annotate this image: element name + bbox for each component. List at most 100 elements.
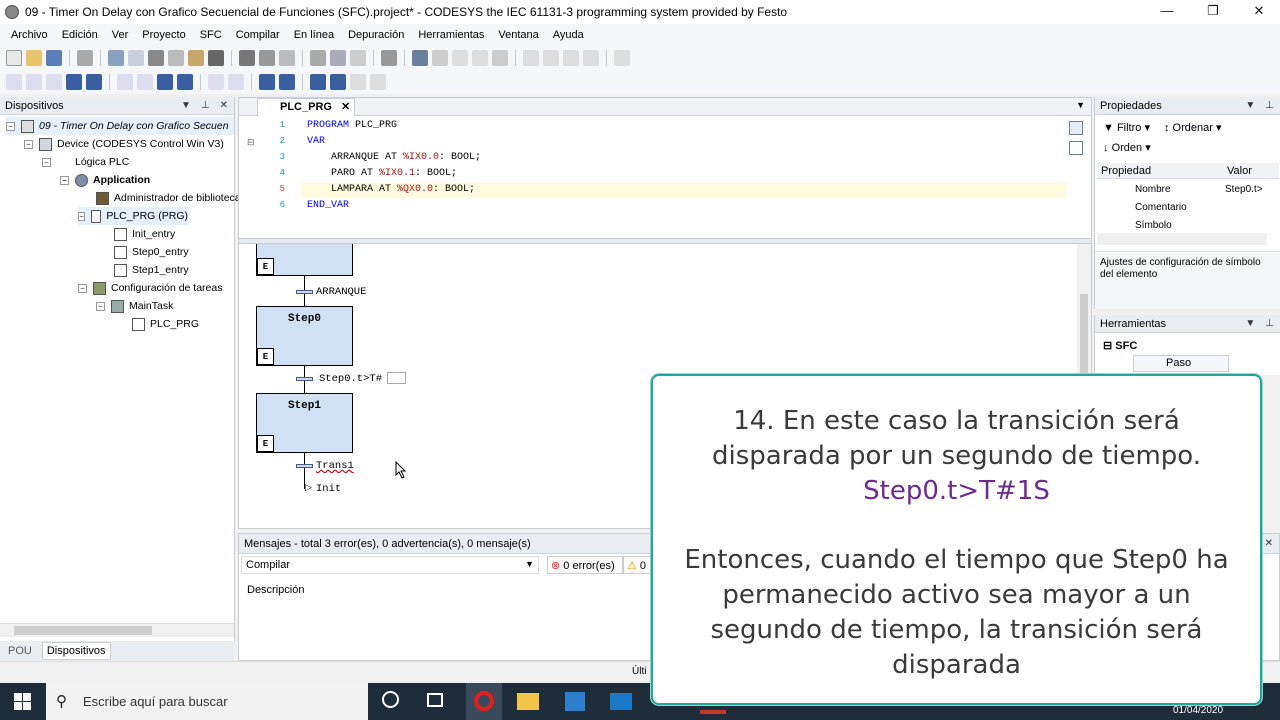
tree-device[interactable]: − Device (CODESYS Control Win V3) [24, 135, 224, 153]
windows-start-icon[interactable] [14, 693, 31, 710]
zoom-out-icon[interactable] [228, 74, 244, 90]
menu-herramientas[interactable]: Herramientas [411, 29, 491, 41]
sort-button[interactable]: ↕ Ordenar ▾ [1164, 121, 1222, 134]
login-icon[interactable] [412, 50, 428, 66]
tab-list-dropdown-icon[interactable]: ▼ [1076, 100, 1085, 110]
step-over-icon[interactable] [543, 50, 559, 66]
tab-dispositivos[interactable]: Dispositivos [41, 642, 111, 660]
save-icon[interactable] [46, 50, 62, 66]
parallel-branch-icon[interactable] [46, 74, 62, 90]
mail-icon[interactable] [610, 693, 632, 710]
tree-step1-entry[interactable]: Step1_entry [114, 261, 189, 279]
tree-plc-prg[interactable]: − PLC_PRG (PRG) [78, 207, 188, 225]
order-button[interactable]: ↓ Orden ▾ [1103, 141, 1151, 154]
grid-icon[interactable] [330, 50, 346, 66]
copy-icon[interactable] [168, 50, 184, 66]
select-all-icon[interactable] [310, 50, 326, 66]
menu-en-linea[interactable]: En línea [287, 29, 341, 41]
back-icon[interactable] [370, 74, 386, 90]
insert-step-after-icon[interactable] [26, 74, 42, 90]
close-panel-icon[interactable]: ✕ [220, 100, 228, 111]
init-step-icon[interactable] [259, 74, 275, 90]
write-values-icon[interactable] [614, 50, 630, 66]
tree-plc-logic[interactable]: − Lógica PLC [42, 153, 129, 171]
menu-sfc[interactable]: SFC [193, 29, 229, 41]
store-icon[interactable] [565, 692, 585, 711]
insert-action-icon[interactable] [117, 74, 133, 90]
collapse-icon[interactable]: − [24, 139, 33, 149]
step-into-icon[interactable] [563, 50, 579, 66]
task-view-icon[interactable] [427, 693, 443, 707]
pin-icon[interactable]: ⊥ [1265, 318, 1274, 329]
sfc-step-step1[interactable]: Step1 E [256, 393, 353, 453]
tree-task-plc-prg[interactable]: PLC_PRG [132, 315, 199, 333]
insert-step-icon[interactable] [6, 74, 22, 90]
prop-name-value[interactable]: Step0.t> [1225, 184, 1263, 195]
menu-ver[interactable]: Ver [105, 29, 136, 41]
collapse-icon[interactable]: − [6, 121, 15, 131]
export-icon[interactable] [350, 50, 366, 66]
property-scrollbar[interactable] [1097, 233, 1267, 245]
tree-application[interactable]: − Application [60, 171, 150, 189]
replace-icon[interactable] [279, 50, 295, 66]
insert-transition-icon[interactable] [137, 74, 153, 90]
pin-icon[interactable]: ⊥ [1265, 100, 1274, 111]
find-icon[interactable] [239, 50, 255, 66]
entry-action-icon[interactable] [279, 74, 295, 90]
tab-plc-prg[interactable]: PLC_PRG ✕ [257, 98, 356, 116]
tree-task-config[interactable]: − Configuración de tareas [78, 279, 223, 297]
tree-main-task[interactable]: − MainTask [96, 297, 173, 315]
opera-taskbar-button[interactable] [466, 683, 502, 720]
collapse-icon[interactable]: − [42, 157, 51, 167]
panel-dropdown-icon[interactable]: ▼ [181, 100, 191, 111]
close-button[interactable]: ✕ [1236, 0, 1280, 24]
message-source-select[interactable]: Compilar ▼ [241, 556, 539, 574]
paste-icon[interactable] [188, 50, 204, 66]
duplicate-icon[interactable] [330, 74, 346, 90]
start-icon[interactable] [452, 50, 468, 66]
tree-library-manager[interactable]: Administrador de biblioteca [96, 189, 241, 207]
open-folder-icon[interactable] [26, 50, 42, 66]
tree-init-entry[interactable]: Init_entry [114, 225, 175, 243]
sfc-transition[interactable] [296, 290, 313, 294]
sfc-step-step0[interactable]: Step0 E [256, 306, 353, 366]
print-icon[interactable] [77, 50, 93, 66]
logout-icon[interactable] [432, 50, 448, 66]
menu-archivo[interactable]: Archivo [4, 29, 55, 41]
find-next-icon[interactable] [259, 50, 275, 66]
delete-icon[interactable] [208, 50, 224, 66]
errors-filter-button[interactable]: ⊗ 0 error(es) [547, 556, 623, 574]
close-panel-icon[interactable]: ✕ [1265, 538, 1273, 549]
menu-depuracion[interactable]: Depuración [341, 29, 411, 41]
collapse-icon[interactable]: − [78, 283, 87, 293]
menu-ayuda[interactable]: Ayuda [546, 29, 591, 41]
textual-view-icon[interactable] [1069, 121, 1083, 135]
sfc-transition[interactable] [296, 464, 313, 468]
panel-dropdown-icon[interactable]: ▼ [1245, 318, 1255, 329]
menu-ventana[interactable]: Ventana [491, 29, 545, 41]
menu-proyecto[interactable]: Proyecto [135, 29, 192, 41]
insert-jump-icon[interactable] [157, 74, 173, 90]
panel-dropdown-icon[interactable]: ▼ [1245, 100, 1255, 111]
exit-action-icon[interactable] [310, 74, 326, 90]
declaration-editor[interactable]: 1 2 3 4 5 6 PROGRAM PLC_PRG VAR ARRANQUE… [239, 117, 1091, 238]
stop-icon[interactable] [472, 50, 488, 66]
build-icon[interactable] [381, 50, 397, 66]
filter-button[interactable]: ▼ Filtro ▾ [1103, 121, 1150, 134]
new-project-icon[interactable] [6, 50, 22, 66]
tabular-view-icon[interactable] [1069, 141, 1083, 155]
collapse-icon[interactable]: − [96, 301, 105, 311]
undo-icon[interactable] [108, 50, 124, 66]
collapse-icon[interactable]: − [60, 175, 69, 185]
pin-icon[interactable]: ⊥ [201, 100, 210, 111]
menu-compilar[interactable]: Compilar [229, 29, 287, 41]
zoom-in-icon[interactable] [208, 74, 224, 90]
collapse-icon[interactable]: − [78, 211, 86, 221]
close-tab-icon[interactable]: ✕ [341, 101, 350, 113]
horizontal-scrollbar[interactable] [0, 623, 234, 637]
redo-icon[interactable] [128, 50, 144, 66]
menu-edicion[interactable]: Edición [55, 29, 105, 41]
insert-branch-right-icon[interactable] [86, 74, 102, 90]
step-out-icon[interactable] [583, 50, 599, 66]
tools-group-sfc[interactable]: ⊟ SFC [1103, 339, 1137, 352]
